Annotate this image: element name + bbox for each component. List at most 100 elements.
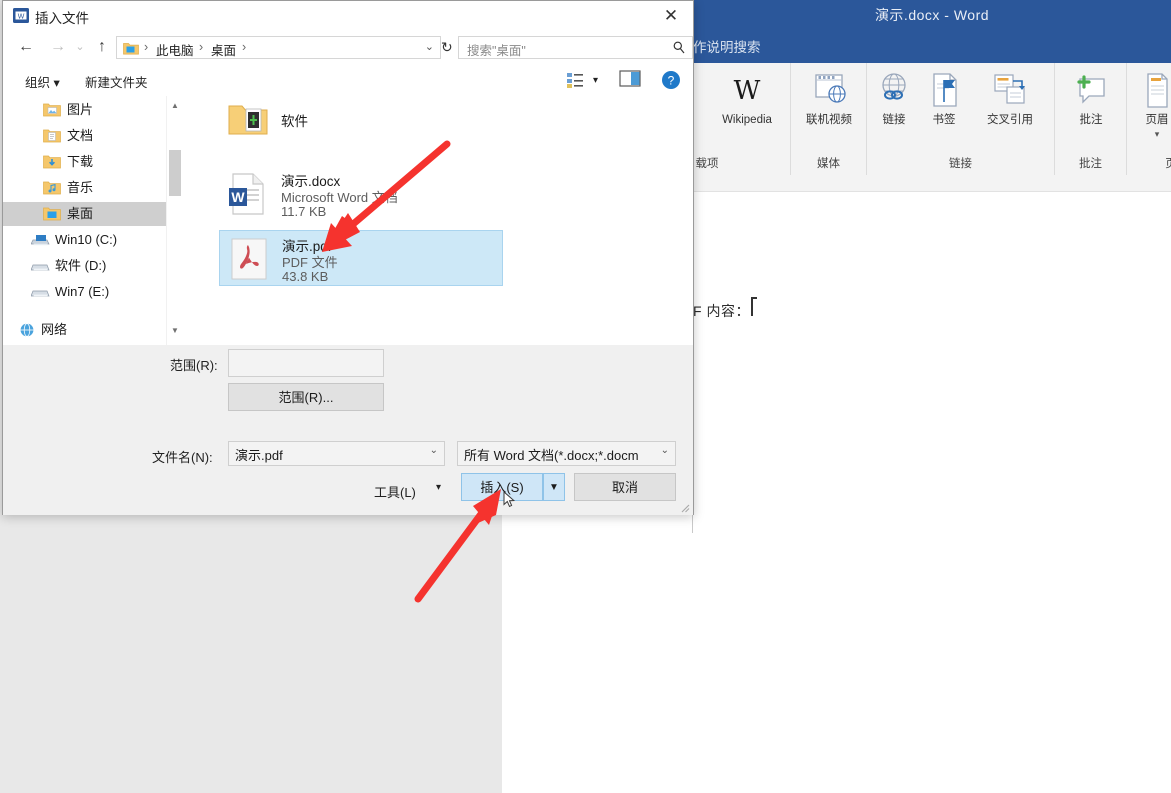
- word-window-title: 演示.docx - Word: [874, 7, 990, 23]
- document-top-edge: [692, 191, 1171, 192]
- ribbon-button-cross-reference[interactable]: 交叉引用: [971, 69, 1049, 127]
- ribbon-button-bookmark[interactable]: 书签: [921, 69, 967, 127]
- filetype-value: 所有 Word 文档(*.docx;*.docm: [464, 448, 639, 463]
- breadcrumb-item-computer[interactable]: 此电脑: [156, 40, 194, 59]
- drive-system-icon: [30, 232, 50, 248]
- resize-grip[interactable]: [678, 501, 690, 513]
- ribbon-button-online-video[interactable]: 联机视频: [793, 69, 865, 127]
- file-size: 11.7 KB: [281, 204, 327, 219]
- help-icon[interactable]: ?: [661, 70, 683, 90]
- insert-button[interactable]: 插入(S): [461, 473, 543, 501]
- svg-text:W: W: [231, 189, 245, 205]
- drive-icon: [30, 258, 50, 274]
- dialog-title: 插入文件: [35, 11, 89, 26]
- breadcrumb-separator-1: ›: [199, 40, 204, 54]
- ribbon-button-bookmark-label: 书签: [932, 114, 956, 126]
- back-button[interactable]: ←: [15, 36, 37, 58]
- folder-pictures-icon: [43, 102, 61, 118]
- dialog-lower-pane: 范围(R): 范围(R)... 文件名(N): 演示.pdf ⌄ 所有 Word…: [3, 345, 693, 515]
- sidebar-item-documents[interactable]: 文档: [3, 124, 166, 148]
- ribbon-button-hyperlink[interactable]: 链接: [871, 69, 917, 128]
- filetype-select[interactable]: 所有 Word 文档(*.docx;*.docm ⌄: [457, 441, 676, 466]
- sidebar-item-desktop[interactable]: 桌面: [3, 202, 166, 226]
- recent-locations-button[interactable]: ⌄: [69, 36, 91, 58]
- sidebar-item-win10-c-label: Win10 (C:): [55, 232, 118, 247]
- sidebar-item-pictures[interactable]: 图片: [3, 98, 166, 122]
- list-item[interactable]: 演示.pdf PDF 文件 43.8 KB: [219, 230, 503, 286]
- address-bar[interactable]: › 此电脑 › 桌面 › ⌄: [116, 36, 441, 59]
- breadcrumb-separator-0: ›: [144, 40, 149, 54]
- list-item[interactable]: W 演示.docx Microsoft Word 文档 11.7 KB: [219, 166, 503, 222]
- sidebar-item-win7-e[interactable]: Win7 (E:): [3, 280, 166, 304]
- ribbon-bottom-strip: [693, 175, 1171, 192]
- list-item[interactable]: 软件: [219, 98, 503, 142]
- view-options-icon[interactable]: [565, 70, 587, 90]
- insert-split-chevron-icon[interactable]: ▼: [543, 473, 565, 501]
- svg-text:W: W: [734, 76, 761, 106]
- ribbon-group-comments: 批注 批注: [1055, 63, 1127, 175]
- file-list[interactable]: 软件 W 演示.docx Microsoft Word 文档 11.7 KB 演…: [183, 96, 693, 345]
- sidebar-item-network-label: 网络: [41, 322, 68, 337]
- tree-scrollbar[interactable]: ▲ ▼: [166, 96, 183, 345]
- range-button[interactable]: 范围(R)...: [228, 383, 384, 411]
- tools-chevron-icon[interactable]: ▾: [436, 482, 441, 493]
- word-ribbon: 商 项 W Wikipedia 载项: [681, 63, 1171, 176]
- breadcrumb-separator-2: ›: [242, 40, 247, 54]
- breadcrumb-item-desktop[interactable]: 桌面: [211, 40, 236, 59]
- word-tell-me-search[interactable]: 作说明搜索: [693, 27, 1171, 63]
- word-doc-icon: W: [227, 172, 269, 216]
- new-folder-button[interactable]: 新建文件夹: [85, 72, 148, 91]
- ribbon-button-header-label: 页眉: [1145, 114, 1169, 126]
- ribbon-group-header-footer-label: 页: [1151, 155, 1171, 171]
- folder-music-icon: [43, 180, 61, 196]
- cancel-button[interactable]: 取消: [574, 473, 676, 501]
- range-field[interactable]: [228, 349, 384, 377]
- pdf-icon: [228, 237, 270, 281]
- scrollbar-thumb[interactable]: [169, 150, 181, 196]
- ribbon-button-new-comment[interactable]: 批注: [1057, 69, 1125, 127]
- organize-menu[interactable]: 组织 ▾: [25, 72, 60, 91]
- ribbon-group-media: 联机视频 媒体: [791, 63, 867, 175]
- forward-button[interactable]: →: [47, 36, 69, 58]
- sidebar-item-win7-e-label: Win7 (E:): [55, 284, 110, 299]
- chevron-down-icon[interactable]: ⌄: [661, 445, 669, 456]
- word-title-bar: 演示.docx - Word: [693, 0, 1171, 27]
- sidebar-item-music[interactable]: 音乐: [3, 176, 166, 200]
- word-file-icon: W: [13, 8, 29, 23]
- search-box[interactable]: 搜索"桌面": [458, 36, 693, 59]
- navigation-bar: ← → ⌄ ↑ › 此电脑 › 桌面 › ⌄ ↻ 搜索"桌面": [3, 30, 693, 65]
- ribbon-group-media-label: 媒体: [817, 158, 840, 170]
- close-icon[interactable]: ✕: [649, 1, 693, 30]
- tools-button[interactable]: 工具(L): [374, 482, 416, 501]
- refresh-button[interactable]: ↻: [441, 39, 453, 56]
- sidebar-item-downloads-label: 下载: [67, 154, 94, 169]
- sidebar-item-win10-c[interactable]: Win10 (C:): [3, 228, 166, 252]
- file-size: 43.8 KB: [282, 269, 329, 284]
- sidebar-item-software-d[interactable]: 软件 (D:): [3, 254, 166, 278]
- svg-text:?: ?: [668, 74, 675, 88]
- address-chevron-icon[interactable]: ⌄: [425, 40, 434, 53]
- up-button[interactable]: ↑: [91, 36, 113, 58]
- sidebar-item-desktop-label: 桌面: [67, 206, 94, 221]
- ribbon-button-wikipedia[interactable]: W Wikipedia: [705, 69, 789, 127]
- dialog-title-bar: W 插入文件 ✕: [3, 1, 693, 30]
- view-chevron-icon[interactable]: ▾: [593, 75, 598, 86]
- folder-documents-icon: [43, 128, 61, 144]
- search-input[interactable]: 搜索"桌面": [467, 40, 526, 59]
- scroll-up-icon[interactable]: ▲: [167, 98, 183, 114]
- ribbon-button-online-video-label: 联机视频: [806, 114, 852, 126]
- preview-pane-icon[interactable]: [619, 70, 641, 90]
- chevron-down-icon[interactable]: ⌄: [430, 445, 438, 456]
- search-icon: [673, 41, 685, 57]
- ribbon-group-header-footer: 页眉 ▾ 页: [1127, 63, 1171, 175]
- chevron-down-icon[interactable]: ▾: [1129, 127, 1171, 141]
- sidebar-item-downloads[interactable]: 下载: [3, 150, 166, 174]
- scroll-down-icon[interactable]: ▼: [167, 323, 183, 339]
- new-comment-icon: [1057, 69, 1125, 111]
- ribbon-button-header[interactable]: 页眉 ▾: [1129, 69, 1171, 141]
- word-document-area[interactable]: F 内容：: [692, 191, 1171, 793]
- sidebar-item-documents-label: 文档: [67, 128, 94, 143]
- ribbon-button-new-comment-label: 批注: [1079, 114, 1103, 126]
- sidebar-item-network[interactable]: 网络: [3, 318, 166, 342]
- filename-input[interactable]: 演示.pdf ⌄: [228, 441, 445, 466]
